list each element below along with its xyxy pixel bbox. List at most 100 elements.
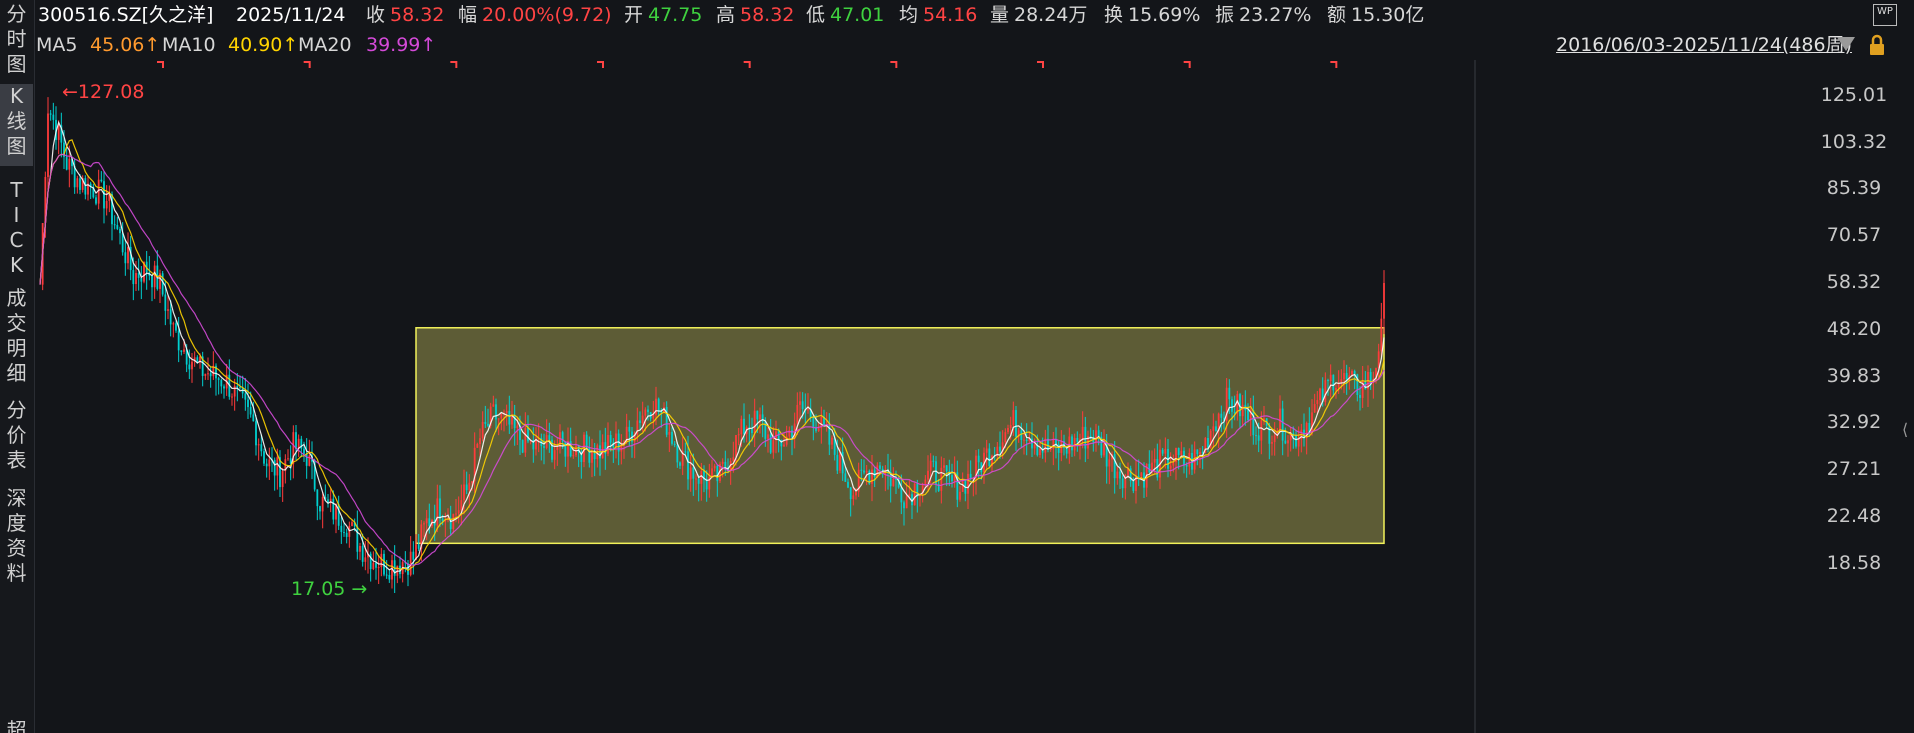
tab-char: 分 <box>6 398 27 422</box>
candle-body <box>476 444 479 448</box>
candle-body <box>1241 404 1244 417</box>
candle-body <box>265 463 268 467</box>
ma10-label: MA10 <box>162 34 216 56</box>
candle-body <box>1332 374 1335 391</box>
candle-body <box>180 350 183 352</box>
tab-char: 表 <box>6 448 27 472</box>
tab-kline[interactable]: K线图 <box>0 84 33 166</box>
candle-body <box>713 465 716 469</box>
dropdown-arrow-icon[interactable] <box>1837 37 1855 51</box>
candle-body <box>1004 432 1007 443</box>
tab-more[interactable]: 超 <box>0 718 33 733</box>
candle-body <box>487 423 489 426</box>
candle-body <box>361 545 364 562</box>
period-marker <box>450 61 458 68</box>
candle-body <box>1313 404 1316 413</box>
candle-body <box>231 396 233 398</box>
candle-body <box>1076 438 1079 442</box>
candle-body <box>260 444 263 452</box>
candle-body <box>772 440 775 453</box>
candle-body <box>1012 410 1015 426</box>
candle-body <box>457 510 460 514</box>
candle-body <box>1199 451 1201 455</box>
candle-body <box>175 323 177 331</box>
ma10-value: 40.90↑ <box>228 34 299 56</box>
candle-body <box>1177 447 1180 455</box>
candle-body <box>497 418 500 420</box>
period-marker <box>597 61 604 68</box>
candle-body <box>999 446 1001 452</box>
candle-body <box>1273 435 1276 442</box>
candle-body <box>711 468 713 477</box>
high-value: 58.32 <box>740 4 795 26</box>
candle-body <box>609 434 612 443</box>
candle-body <box>1311 412 1313 433</box>
candle-body <box>743 418 745 435</box>
candle-body <box>137 273 140 278</box>
lock-icon[interactable] <box>1866 34 1888 56</box>
candle-body <box>351 522 353 526</box>
tab-trade-details[interactable]: 成交明细 <box>0 286 33 386</box>
ma20-value: 39.99↑ <box>366 34 437 56</box>
candle-body <box>209 373 212 377</box>
candle-body <box>732 457 735 461</box>
candle-body <box>873 469 876 478</box>
amount-label: 额 <box>1327 4 1347 26</box>
candle-body <box>1284 440 1287 444</box>
candle-body <box>799 401 801 405</box>
candle-body <box>1119 471 1121 479</box>
candle-body <box>751 428 753 434</box>
tab-depth-data[interactable]: 深度资料 <box>0 486 33 586</box>
candle-body <box>247 399 249 408</box>
candle-body <box>257 444 260 446</box>
candle-body <box>1065 448 1068 454</box>
candle-body <box>484 421 487 424</box>
candle-body <box>844 473 847 482</box>
candle-body <box>308 455 311 466</box>
candle-body <box>409 551 412 575</box>
tab-price-table[interactable]: 分价表 <box>0 398 33 474</box>
candle-body <box>356 526 359 552</box>
date-range-selector[interactable]: 2016/06/03-2025/11/24(486周) <box>1556 30 1852 60</box>
candle-body <box>468 482 471 491</box>
candle-body <box>223 386 225 389</box>
period-marker <box>157 61 164 68</box>
candle-body <box>135 273 137 285</box>
candle-body <box>1172 462 1175 466</box>
candle-body <box>988 448 991 467</box>
candle-body <box>836 454 839 471</box>
tab-tick[interactable]: TICK <box>0 178 33 277</box>
candle-body <box>692 467 695 479</box>
candle-body <box>1113 454 1116 479</box>
price-tick-label: 32.92 <box>1826 411 1882 434</box>
candle-body <box>927 470 929 480</box>
candle-body <box>287 458 289 460</box>
candle-body <box>1383 283 1385 319</box>
candle-body <box>521 439 524 453</box>
candle-body <box>572 455 575 457</box>
tab-char: 料 <box>6 561 27 585</box>
stock-code[interactable]: 300516.SZ[久之洋] <box>38 0 213 30</box>
candle-body <box>1252 410 1255 436</box>
sidebar: 分时图 K线图 TICK 成交明细 分价表 深度资料 超 <box>0 0 35 733</box>
candle-body <box>1335 387 1337 391</box>
candle-body <box>340 525 343 533</box>
candle-body <box>388 574 391 580</box>
candle-body <box>951 475 953 482</box>
candle-body <box>191 361 193 370</box>
candle-body <box>132 270 135 285</box>
tab-char: K <box>9 84 24 108</box>
candle-body <box>463 484 465 501</box>
period-marker <box>743 61 751 68</box>
candle-body <box>945 465 948 472</box>
candle-body <box>236 385 239 388</box>
candle-body <box>436 498 439 526</box>
kline-chart[interactable]: ←127.08 17.05 → <box>34 60 1804 733</box>
price-tick-label: 48.20 <box>1826 317 1882 340</box>
collapse-panel-icon[interactable]: ⟨ <box>1902 420 1908 439</box>
wp-badge[interactable]: WP <box>1873 4 1897 26</box>
candle-body <box>500 413 503 419</box>
candle-body <box>935 461 937 484</box>
candle-body <box>1260 420 1263 441</box>
candle-body <box>705 479 708 490</box>
